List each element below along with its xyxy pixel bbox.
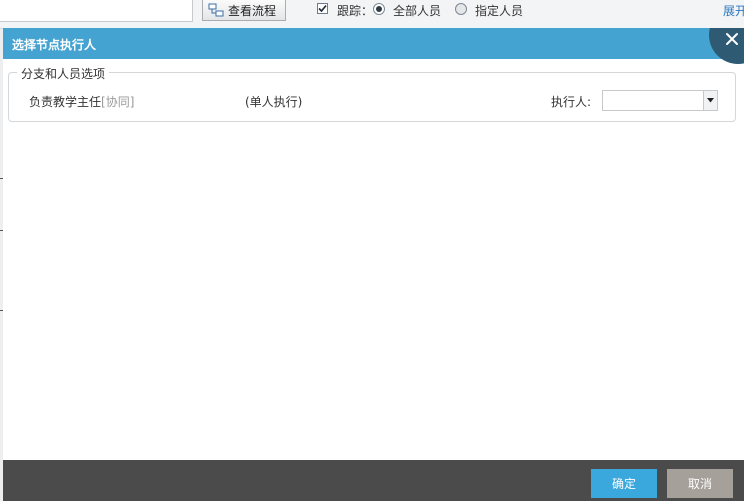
executor-label: 执行人:: [551, 95, 592, 109]
track-checkbox[interactable]: [317, 3, 328, 14]
branch-name-text: 负责教学主任: [29, 95, 102, 109]
radio-selected-dot: [376, 6, 382, 12]
branch-tag: [协同]: [101, 95, 135, 109]
radio-all-staff-label: 全部人员: [393, 4, 442, 18]
expand-link[interactable]: 展开: [723, 2, 744, 19]
radio-all-staff[interactable]: [373, 3, 385, 15]
select-executor-dialog: 选择节点执行人 分支和人员选项 负责教学主任[协同] (单人执行) 执行人: 确…: [3, 28, 744, 501]
background-search-field[interactable]: [0, 0, 193, 22]
dropdown-arrow-icon[interactable]: [703, 91, 717, 110]
background-toolbar: 查看流程 跟踪： 全部人员 指定人员 展开: [0, 0, 744, 29]
executor-select[interactable]: [602, 90, 718, 111]
section-legend: 分支和人员选项: [17, 65, 110, 82]
confirm-button[interactable]: 确定: [591, 469, 657, 498]
track-label: 跟踪：: [337, 4, 374, 18]
dialog-title: 选择节点执行人: [12, 38, 97, 52]
checkmark-icon: [318, 4, 327, 13]
flowchart-icon: [208, 3, 224, 17]
radio-specified-staff-label: 指定人员: [475, 4, 524, 18]
branch-options-section: 分支和人员选项 负责教学主任[协同] (单人执行) 执行人:: [8, 65, 736, 122]
dialog-header: 选择节点执行人: [3, 28, 744, 64]
radio-specified-staff[interactable]: [455, 3, 467, 15]
branch-node-name: 负责教学主任[协同]: [29, 93, 134, 110]
dialog-footer: 确定 取消: [3, 460, 744, 501]
execution-mode: (单人执行): [245, 95, 303, 109]
view-flow-label: 查看流程: [228, 3, 277, 18]
view-flow-button[interactable]: 查看流程: [202, 0, 286, 21]
close-icon[interactable]: [724, 31, 740, 47]
cancel-button[interactable]: 取消: [667, 469, 733, 498]
